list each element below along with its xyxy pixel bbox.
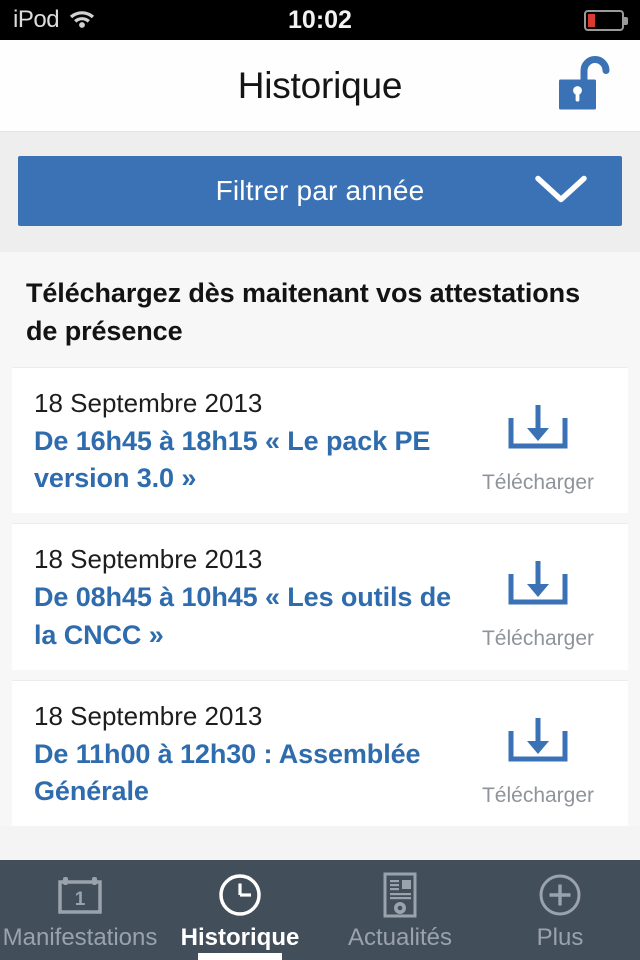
- download-label: Télécharger: [481, 783, 595, 807]
- unlocked-padlock-icon[interactable]: [554, 54, 616, 117]
- list-item-text: 18 Septembre 2013 De 08h45 à 10h45 « Les…: [34, 542, 470, 654]
- app-screen: iPod 10:02 Historique Filtrer par année …: [0, 0, 640, 960]
- clock-icon: [216, 872, 264, 918]
- section-heading: Téléchargez dès maitenant vos attestatio…: [26, 278, 580, 347]
- download-icon: [501, 400, 575, 465]
- calendar-icon: 1: [55, 872, 105, 918]
- download-button[interactable]: Télécharger: [470, 542, 606, 651]
- download-label: Télécharger: [481, 627, 595, 651]
- news-settings-icon: [378, 872, 422, 918]
- download-button[interactable]: Télécharger: [470, 699, 606, 808]
- tab-label: Manifestations: [2, 924, 158, 951]
- list-item[interactable]: 18 Septembre 2013 De 11h00 à 12h30 : Ass…: [12, 679, 628, 827]
- plus-circle-icon: [536, 872, 584, 918]
- download-icon: [501, 556, 575, 621]
- list-item-title: De 11h00 à 12h30 : Assemblée Générale: [34, 738, 421, 807]
- tab-historique[interactable]: Historique: [160, 860, 320, 960]
- tab-bar: 1 Manifestations Historique Actualités P…: [0, 860, 640, 960]
- list-item-date: 18 Septembre 2013: [34, 700, 263, 731]
- filter-by-year-button[interactable]: Filtrer par année: [18, 156, 622, 226]
- list-item-text: 18 Septembre 2013 De 16h45 à 18h15 « Le …: [34, 386, 470, 498]
- list-item-date: 18 Septembre 2013: [34, 544, 263, 575]
- page-title: Historique: [237, 64, 403, 106]
- tab-actualites[interactable]: Actualités: [320, 860, 480, 960]
- content-area: Téléchargez dès maitenant vos attestatio…: [0, 252, 640, 827]
- download-icon: [501, 713, 575, 778]
- chevron-down-icon: [534, 173, 588, 210]
- battery-icon: [584, 9, 628, 31]
- tab-plus[interactable]: Plus: [480, 860, 640, 960]
- nav-bar: Historique: [0, 40, 640, 132]
- tab-label: Historique: [180, 924, 300, 951]
- filter-area: Filtrer par année: [0, 132, 640, 252]
- filter-button-label: Filtrer par année: [215, 175, 425, 206]
- status-bar: iPod 10:02: [0, 0, 640, 40]
- list-item[interactable]: 18 Septembre 2013 De 08h45 à 10h45 « Les…: [12, 523, 628, 670]
- tab-label: Plus: [536, 924, 584, 951]
- tab-label: Actualités: [347, 924, 453, 951]
- download-label: Télécharger: [481, 470, 595, 494]
- status-bar-clock: 10:02: [288, 5, 352, 34]
- list-item-date: 18 Septembre 2013: [34, 387, 263, 418]
- status-bar-right: [584, 0, 628, 40]
- list-item[interactable]: 18 Septembre 2013 De 16h45 à 18h15 « Le …: [12, 366, 628, 514]
- download-button[interactable]: Télécharger: [470, 386, 606, 495]
- svg-text:1: 1: [75, 889, 86, 910]
- tab-manifestations[interactable]: 1 Manifestations: [0, 860, 160, 960]
- active-tab-indicator: [198, 953, 282, 960]
- list-item-title: De 16h45 à 18h15 « Le pack PE version 3.…: [34, 425, 431, 493]
- list-item-title: De 08h45 à 10h45 « Les outils de la CNCC…: [34, 582, 452, 650]
- list-item-text: 18 Septembre 2013 De 11h00 à 12h30 : Ass…: [34, 699, 470, 811]
